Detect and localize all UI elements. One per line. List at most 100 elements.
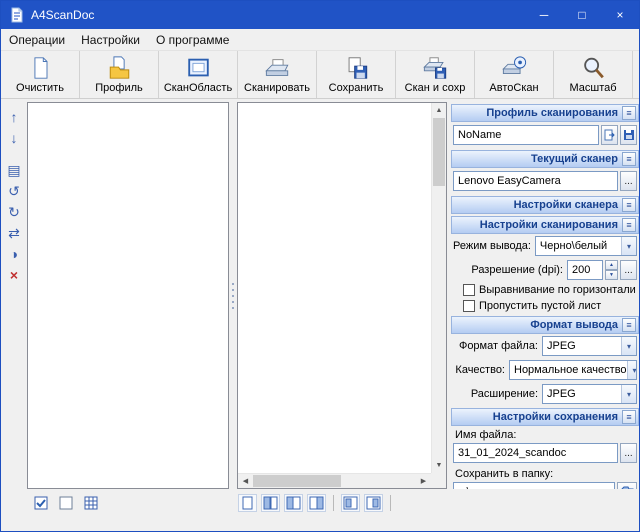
section-header-scan-profile: Профиль сканирования ≡	[451, 104, 639, 122]
window-title: A4ScanDoc	[31, 8, 525, 22]
save-profile-button[interactable]	[620, 125, 637, 145]
section-menu-icon[interactable]: ≡	[622, 410, 636, 424]
browse-folder-button[interactable]	[617, 482, 637, 489]
scan-area-button-label: СканОбласть	[164, 82, 232, 94]
filename-browse-button[interactable]: ...	[620, 443, 637, 463]
chevron-down-icon[interactable]: ▾	[621, 385, 636, 403]
filename-input[interactable]: 31_01_2024_scandoc	[453, 443, 618, 463]
move-down-icon[interactable]: ↓	[5, 129, 23, 147]
quality-select[interactable]: Нормальное качество ▾	[509, 360, 637, 380]
empty-box-icon	[59, 496, 73, 510]
skip-blank-row: Пропустить пустой лист	[463, 300, 637, 312]
new-document-icon	[27, 55, 54, 81]
autoscan-button-label: АвтоСкан	[489, 82, 538, 94]
main-toolbar: Очистить Профиль СканОбласть Сканировать	[1, 51, 639, 99]
menu-operations[interactable]: Операции	[1, 29, 73, 50]
section-menu-icon[interactable]: ≡	[622, 106, 636, 120]
section-header-scanner-settings: Настройки сканера ≡	[451, 196, 639, 214]
zoom-button[interactable]: Масштаб	[554, 51, 633, 98]
view-thumb-left-button[interactable]	[341, 494, 360, 512]
view-split-left-button[interactable]	[284, 494, 303, 512]
vertical-scroll-thumb[interactable]	[433, 118, 445, 186]
chevron-down-icon[interactable]: ▾	[621, 337, 636, 355]
panel-splitter[interactable]	[229, 102, 237, 489]
filename-label: Имя файла:	[455, 429, 637, 441]
extension-select[interactable]: JPEG ▾	[542, 384, 637, 404]
scroll-down-icon[interactable]: ▼	[432, 458, 446, 473]
load-profile-button[interactable]	[601, 125, 618, 145]
thumb-left-icon	[343, 496, 358, 510]
scanner-name-input[interactable]: Lenovo EasyCamera	[453, 171, 618, 191]
menu-about[interactable]: О программе	[148, 29, 237, 50]
settings-panel: Профиль сканирования ≡ NoName	[451, 102, 639, 489]
minimize-button[interactable]: ─	[525, 1, 563, 29]
view-single-page-button[interactable]	[238, 494, 257, 512]
mirror-icon[interactable]: ⇄	[5, 224, 23, 242]
resolution-label: Разрешение (dpi):	[453, 264, 565, 276]
delete-page-icon[interactable]: ×	[5, 266, 23, 284]
scan-and-save-button-label: Скан и сохр	[405, 82, 466, 94]
clear-button[interactable]: Очистить	[1, 51, 80, 98]
contrast-icon[interactable]: ◑	[5, 245, 23, 263]
move-up-icon[interactable]: ↑	[5, 108, 23, 126]
view-thumb-right-button[interactable]	[364, 494, 383, 512]
select-all-pages-button[interactable]	[31, 494, 50, 512]
scroll-left-icon[interactable]: ◀	[238, 474, 253, 488]
section-menu-icon[interactable]: ≡	[622, 318, 636, 332]
filename-row: 31_01_2024_scandoc ...	[453, 443, 637, 463]
autoscan-button[interactable]: АвтоСкан	[475, 51, 554, 98]
section-title: Формат вывода	[530, 319, 618, 331]
save-button[interactable]: Сохранить	[317, 51, 396, 98]
resolution-browse-button[interactable]: ...	[620, 260, 637, 280]
spin-up-icon[interactable]: ▲	[605, 260, 618, 270]
output-mode-select[interactable]: Черно\белый ▾	[535, 236, 637, 256]
view-two-pages-button[interactable]	[261, 494, 280, 512]
menu-settings[interactable]: Настройки	[73, 29, 148, 50]
align-horizontal-row: Выравнивание по горизонтали	[463, 284, 637, 296]
pages-list-panel[interactable]	[27, 102, 229, 489]
scan-area-button[interactable]: СканОбласть	[159, 51, 238, 98]
resolution-stepper[interactable]: ▲ ▼	[605, 260, 618, 280]
splitter-dot	[232, 283, 234, 285]
vertical-scroll-track[interactable]	[432, 118, 446, 458]
section-menu-icon[interactable]: ≡	[622, 218, 636, 232]
select-scanner-button[interactable]: ...	[620, 171, 637, 191]
close-button[interactable]: ×	[601, 1, 639, 29]
profile-button[interactable]: Профиль	[80, 51, 159, 98]
section-menu-icon[interactable]: ≡	[622, 198, 636, 212]
spin-down-icon[interactable]: ▼	[605, 270, 618, 280]
copy-page-icon[interactable]: ▤	[5, 161, 23, 179]
section-menu-icon[interactable]: ≡	[622, 152, 636, 166]
quality-value: Нормальное качество	[514, 364, 627, 376]
scan-button-label: Сканировать	[244, 82, 310, 94]
horizontal-scroll-track[interactable]	[253, 474, 416, 488]
scan-and-save-button[interactable]: Скан и сохр	[396, 51, 475, 98]
save-button-label: Сохранить	[329, 82, 384, 94]
scan-button[interactable]: Сканировать	[238, 51, 317, 98]
horizontal-scrollbar[interactable]: ◀ ▶	[238, 473, 431, 488]
scroll-up-icon[interactable]: ▲	[432, 103, 446, 118]
deselect-pages-button[interactable]	[56, 494, 75, 512]
profile-name-input[interactable]: NoName	[453, 125, 599, 145]
rotate-right-icon[interactable]: ↻	[5, 203, 23, 221]
scan-canvas[interactable]	[238, 103, 431, 473]
maximize-button[interactable]: □	[563, 1, 601, 29]
resolution-input[interactable]: 200	[567, 260, 603, 280]
thumbnail-grid-button[interactable]	[81, 494, 100, 512]
profile-row: NoName	[453, 125, 637, 145]
chevron-down-icon[interactable]: ▾	[627, 361, 637, 379]
rotate-left-icon[interactable]: ↺	[5, 182, 23, 200]
scan-view-panel: ▲ ▼ ◀ ▶	[237, 102, 447, 489]
skip-blank-checkbox[interactable]	[463, 300, 475, 312]
app-window: A4ScanDoc ─ □ × Операции Настройки О про…	[0, 0, 640, 532]
align-horizontal-checkbox[interactable]	[463, 284, 475, 296]
quality-label: Качество:	[453, 364, 507, 376]
scroll-right-icon[interactable]: ▶	[416, 474, 431, 488]
vertical-scrollbar[interactable]: ▲ ▼	[431, 103, 446, 473]
horizontal-scroll-thumb[interactable]	[253, 475, 341, 487]
view-split-right-button[interactable]	[307, 494, 326, 512]
chevron-down-icon[interactable]: ▾	[621, 237, 636, 255]
split-left-icon	[286, 496, 301, 510]
save-folder-input[interactable]: c:\	[453, 482, 615, 489]
file-format-select[interactable]: JPEG ▾	[542, 336, 637, 356]
